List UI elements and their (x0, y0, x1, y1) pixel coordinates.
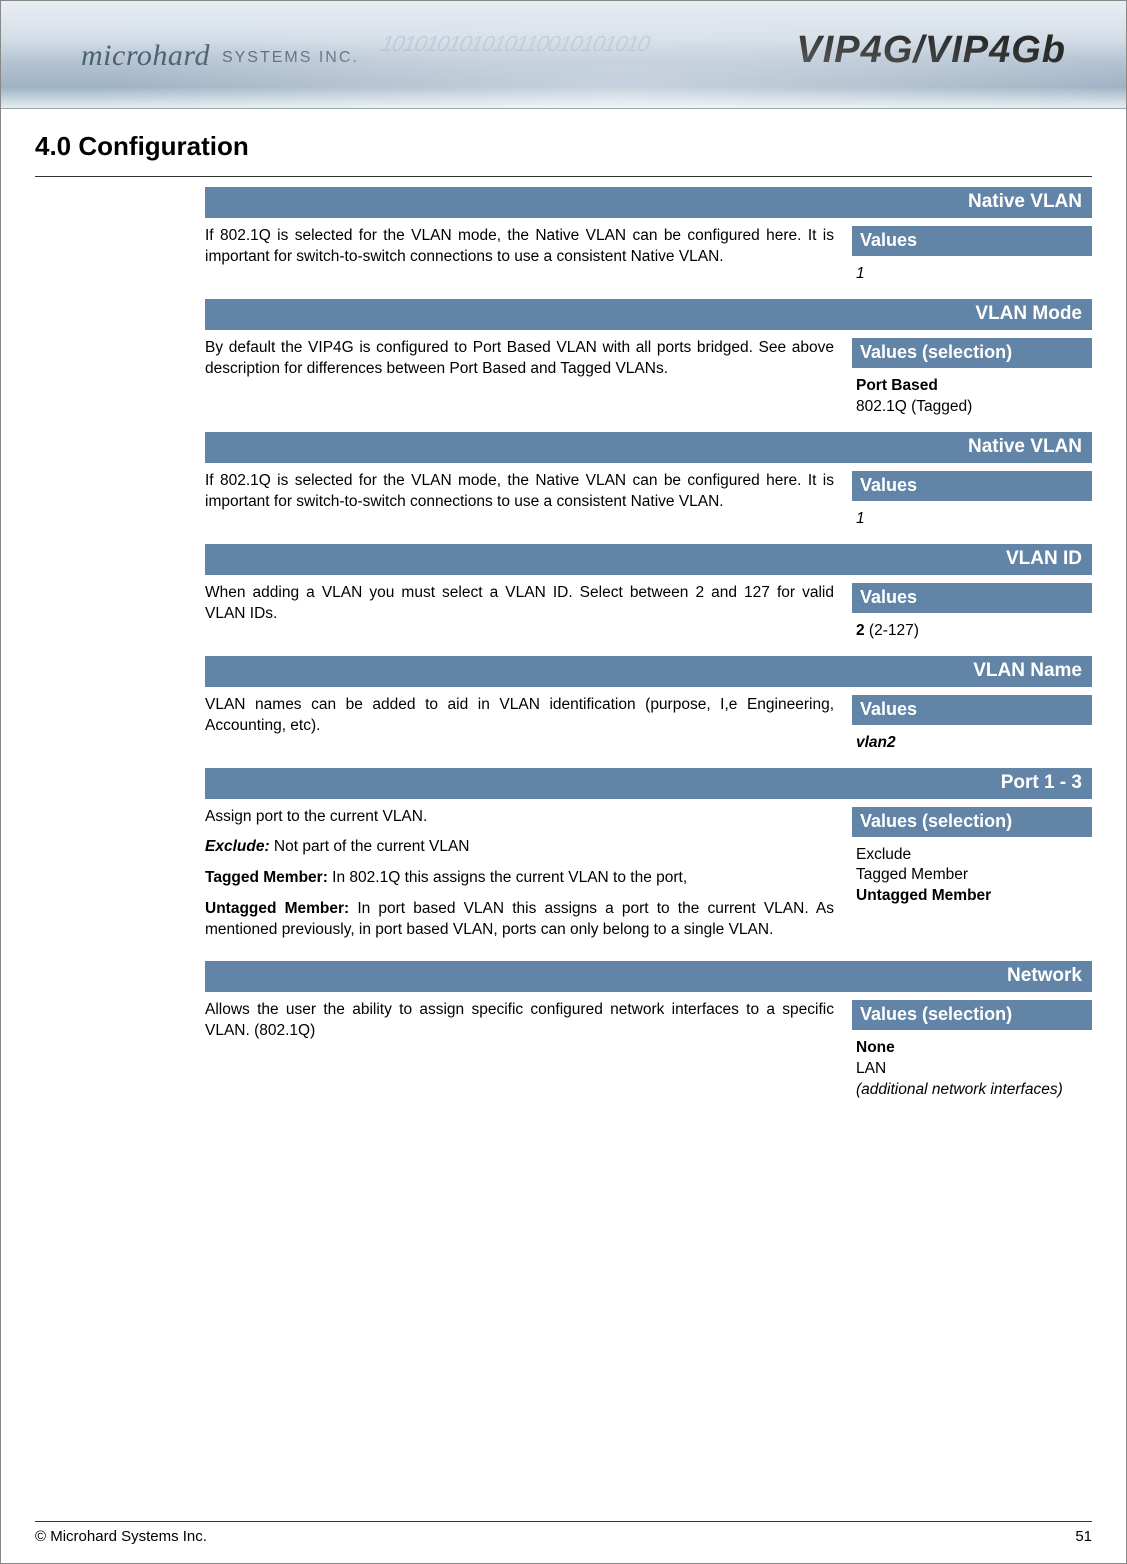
values-body: vlan2 (852, 725, 1092, 758)
value-item: LAN (856, 1059, 1088, 1080)
divider-top (35, 176, 1092, 177)
section-port-1-3: Port 1 - 3 Assign port to the current VL… (205, 768, 1092, 952)
value-item: 1 (856, 264, 1088, 285)
value-item: Exclude (856, 845, 1088, 866)
section-description: VLAN names can be added to aid in VLAN i… (205, 695, 834, 758)
values-column: Values (selection) Port Based 802.1Q (Ta… (852, 338, 1092, 422)
desc-line: Tagged Member: In 802.1Q this assigns th… (205, 868, 834, 889)
footer-page-number: 51 (1075, 1528, 1092, 1545)
section-row: Assign port to the current VLAN. Exclude… (205, 807, 1092, 952)
section-description: Allows the user the ability to assign sp… (205, 1000, 834, 1105)
section-title: Native VLAN (205, 187, 1092, 218)
section-title: VLAN Mode (205, 299, 1092, 330)
value-item: 802.1Q (Tagged) (856, 397, 1088, 418)
product-name: VIP4G/VIP4Gb (796, 29, 1066, 72)
section-row: When adding a VLAN you must select a VLA… (205, 583, 1092, 646)
section-description: When adding a VLAN you must select a VLA… (205, 583, 834, 646)
section-description: By default the VIP4G is configured to Po… (205, 338, 834, 422)
section-row: If 802.1Q is selected for the VLAN mode,… (205, 471, 1092, 534)
section-vlan-name: VLAN Name VLAN names can be added to aid… (205, 656, 1092, 758)
section-title: Network (205, 961, 1092, 992)
page-container: 101010101010110010101010 microhard SYSTE… (0, 0, 1127, 1564)
section-row: VLAN names can be added to aid in VLAN i… (205, 695, 1092, 758)
value-item: 2 (2-127) (856, 621, 1088, 642)
values-header: Values (852, 583, 1092, 613)
section-native-vlan-1: Native VLAN If 802.1Q is selected for th… (205, 187, 1092, 289)
section-row: By default the VIP4G is configured to Po… (205, 338, 1092, 422)
section-title: Native VLAN (205, 432, 1092, 463)
values-body: 1 (852, 256, 1092, 289)
section-row: If 802.1Q is selected for the VLAN mode,… (205, 226, 1092, 289)
values-column: Values vlan2 (852, 695, 1092, 758)
page-footer: © Microhard Systems Inc. 51 (35, 1521, 1092, 1545)
value-item: Untagged Member (856, 886, 1088, 907)
desc-line: Assign port to the current VLAN. (205, 807, 834, 828)
values-body: 1 (852, 501, 1092, 534)
values-header: Values (selection) (852, 1000, 1092, 1030)
values-body: 2 (2-127) (852, 613, 1092, 646)
values-header: Values (selection) (852, 338, 1092, 368)
brand-logo-left: microhard SYSTEMS INC. (81, 39, 359, 73)
values-header: Values (852, 226, 1092, 256)
section-network: Network Allows the user the ability to a… (205, 961, 1092, 1105)
footer-copyright: © Microhard Systems Inc. (35, 1528, 207, 1545)
values-body: Exclude Tagged Member Untagged Member (852, 837, 1092, 912)
values-column: Values 1 (852, 471, 1092, 534)
values-column: Values (selection) Exclude Tagged Member… (852, 807, 1092, 952)
section-vlan-mode: VLAN Mode By default the VIP4G is config… (205, 299, 1092, 422)
values-header: Values (852, 471, 1092, 501)
footer-divider (35, 1521, 1092, 1522)
value-item: 1 (856, 509, 1088, 530)
brand-secondary: SYSTEMS INC. (222, 49, 359, 66)
value-item: None (856, 1038, 1088, 1059)
brand-primary: microhard (81, 39, 210, 72)
content-area: Native VLAN If 802.1Q is selected for th… (205, 187, 1092, 1105)
section-description: If 802.1Q is selected for the VLAN mode,… (205, 226, 834, 289)
binary-art: 101010101010110010101010 (378, 31, 652, 57)
header-banner: 101010101010110010101010 microhard SYSTE… (1, 1, 1126, 109)
section-row: Allows the user the ability to assign sp… (205, 1000, 1092, 1105)
value-item: Port Based (856, 376, 1088, 397)
value-item: (additional network interfaces) (856, 1080, 1088, 1101)
values-body: Port Based 802.1Q (Tagged) (852, 368, 1092, 422)
values-column: Values 1 (852, 226, 1092, 289)
page-title: 4.0 Configuration (35, 131, 1126, 162)
section-native-vlan-2: Native VLAN If 802.1Q is selected for th… (205, 432, 1092, 534)
values-column: Values (selection) None LAN (additional … (852, 1000, 1092, 1105)
values-header: Values (852, 695, 1092, 725)
section-description: Assign port to the current VLAN. Exclude… (205, 807, 834, 952)
value-item: Tagged Member (856, 865, 1088, 886)
section-title: VLAN Name (205, 656, 1092, 687)
section-vlan-id: VLAN ID When adding a VLAN you must sele… (205, 544, 1092, 646)
desc-line: Exclude: Not part of the current VLAN (205, 837, 834, 858)
values-header: Values (selection) (852, 807, 1092, 837)
desc-line: Untagged Member: In port based VLAN this… (205, 899, 834, 941)
section-description: If 802.1Q is selected for the VLAN mode,… (205, 471, 834, 534)
footer-row: © Microhard Systems Inc. 51 (35, 1528, 1092, 1545)
value-item: vlan2 (856, 733, 1088, 754)
section-title: VLAN ID (205, 544, 1092, 575)
values-body: None LAN (additional network interfaces) (852, 1030, 1092, 1105)
values-column: Values 2 (2-127) (852, 583, 1092, 646)
section-title: Port 1 - 3 (205, 768, 1092, 799)
